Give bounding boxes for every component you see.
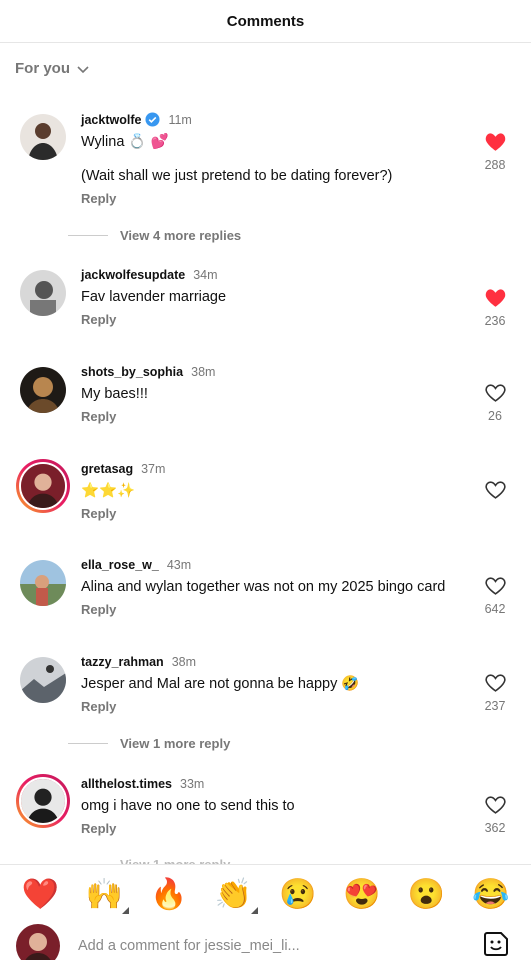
- view-more-replies[interactable]: View 4 more replies: [68, 228, 241, 243]
- comment-username[interactable]: ella_rose_w_: [81, 558, 159, 572]
- avatar-story-ring[interactable]: [16, 774, 70, 828]
- comment-time: 43m: [166, 558, 192, 572]
- comment-username[interactable]: tazzy_rahman: [81, 655, 164, 669]
- like-count: 26: [488, 409, 502, 423]
- reply-button[interactable]: Reply: [81, 191, 471, 206]
- heart-outline-icon: [484, 577, 506, 595]
- reply-button[interactable]: Reply: [81, 821, 471, 836]
- comment-time: 11m: [168, 112, 192, 127]
- page-title: Comments: [226, 12, 305, 30]
- verified-badge-icon: [145, 112, 160, 127]
- like-count: 642: [484, 602, 506, 616]
- reply-button[interactable]: Reply: [81, 409, 471, 424]
- heart-outline-icon: [484, 674, 506, 692]
- laughing-emoji-button[interactable]: 😂: [472, 879, 509, 910]
- emoji-reaction-bar: ❤️ 🙌 🔥 👏 😢 😍 😮 😂: [0, 864, 531, 924]
- avatar[interactable]: [20, 560, 66, 606]
- comment-text: Alina and wylan together was not on my 2…: [81, 579, 446, 595]
- like-button[interactable]: 362: [483, 795, 507, 835]
- header-bar: Comments: [0, 0, 531, 43]
- view-more-label: View 1 more reply: [120, 736, 231, 751]
- like-button[interactable]: 236: [483, 288, 507, 328]
- comment-time: 34m: [193, 268, 218, 282]
- like-button[interactable]: 288: [483, 132, 507, 172]
- comment-composer: Add a comment for jessie_mei_li...: [0, 924, 531, 960]
- like-button[interactable]: 26: [483, 383, 507, 423]
- like-count: 362: [484, 821, 506, 835]
- comment-text: omg i have no one to send this to: [81, 798, 295, 814]
- comment-username[interactable]: gretasag: [81, 462, 133, 476]
- heart-eyes-emoji-button[interactable]: 😍: [343, 879, 380, 910]
- like-count: 288: [484, 158, 506, 172]
- reply-button[interactable]: Reply: [81, 699, 471, 714]
- comment-text: Wylina 💍 💕: [81, 134, 169, 150]
- current-user-avatar: [16, 924, 60, 960]
- like-button[interactable]: [483, 480, 507, 500]
- surprised-emoji-button[interactable]: 😮: [408, 879, 445, 910]
- clapping-emoji-button[interactable]: 👏: [215, 879, 258, 914]
- avatar[interactable]: [20, 114, 66, 160]
- comment-time: 38m: [171, 655, 197, 669]
- comment-time: 38m: [191, 365, 216, 379]
- comment-text: Jesper and Mal are not gonna be happy 🤣: [81, 676, 360, 692]
- avatar-story-ring[interactable]: [16, 459, 70, 513]
- heart-outline-icon: [484, 481, 506, 499]
- avatar[interactable]: [20, 367, 66, 413]
- like-count: 236: [484, 314, 506, 328]
- comment-time: 37m: [141, 462, 166, 476]
- comment-username[interactable]: jackwolfesupdate: [81, 268, 185, 282]
- avatar[interactable]: [20, 270, 66, 316]
- comment-text: My baes!!!: [81, 386, 148, 402]
- like-count: 237: [484, 699, 506, 713]
- like-button[interactable]: 237: [483, 673, 507, 713]
- like-button[interactable]: 642: [483, 576, 507, 616]
- fire-emoji-button[interactable]: 🔥: [150, 879, 187, 910]
- divider: [68, 743, 108, 744]
- comment-text-continued: (Wait shall we just pretend to be dating…: [81, 168, 393, 184]
- view-more-replies[interactable]: View 1 more reply: [68, 736, 230, 751]
- reply-button[interactable]: Reply: [81, 602, 471, 617]
- divider: [68, 235, 108, 236]
- filter-label: For you: [15, 60, 70, 77]
- heart-filled-icon: [485, 133, 505, 151]
- heart-outline-icon: [484, 384, 506, 402]
- view-more-label: View 4 more replies: [120, 228, 242, 243]
- comment-text: Fav lavender marriage: [81, 289, 227, 305]
- heart-filled-icon: [485, 289, 505, 307]
- red-heart-emoji-button[interactable]: ❤️: [22, 879, 59, 910]
- heart-outline-icon: [484, 796, 506, 814]
- comment-time: 33m: [180, 777, 205, 791]
- avatar[interactable]: [20, 657, 66, 703]
- reply-button[interactable]: Reply: [81, 506, 471, 521]
- comment-username[interactable]: allthelost.times: [81, 777, 172, 791]
- chevron-down-icon: [77, 65, 89, 73]
- comment-input[interactable]: Add a comment for jessie_mei_li...: [78, 938, 300, 954]
- comment-text: ⭐⭐✨: [81, 483, 136, 499]
- reply-button[interactable]: Reply: [81, 312, 471, 327]
- raised-hands-emoji-button[interactable]: 🙌: [86, 879, 130, 914]
- comment-username[interactable]: shots_by_sophia: [81, 365, 183, 379]
- comment-username[interactable]: jacktwolfe: [81, 113, 141, 127]
- filter-dropdown[interactable]: For you: [15, 60, 90, 77]
- sticker-icon[interactable]: [482, 930, 510, 958]
- crying-emoji-button[interactable]: 😢: [279, 879, 316, 910]
